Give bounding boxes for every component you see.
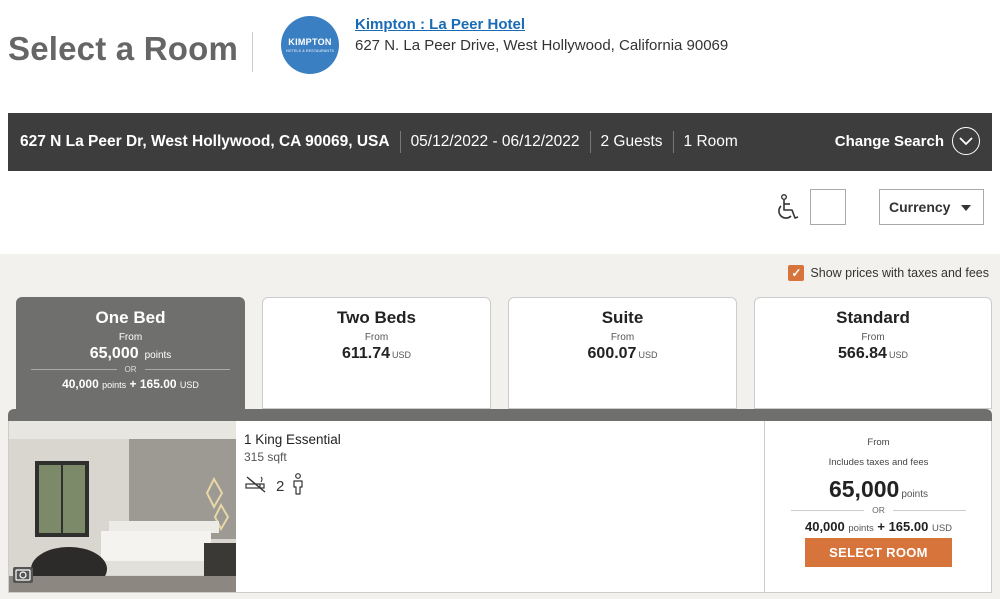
chevron-down-icon[interactable] [952, 127, 980, 155]
tab-price: 566.84 USD [838, 345, 908, 362]
logo-text: KIMPTON [288, 37, 332, 47]
tab-price: 600.07 USD [587, 345, 658, 362]
title-divider [252, 32, 253, 72]
tab-price-value: 65,000 [89, 345, 139, 362]
wheelchair-accessible-icon [776, 194, 802, 222]
checkbox-checked-icon[interactable]: ✓ [788, 265, 805, 281]
tab-from: From [118, 332, 143, 343]
tab-from: From [861, 332, 885, 343]
search-dates: 05/12/2022 - 06/12/2022 [401, 131, 591, 153]
select-room-button[interactable]: SELECT ROOM [805, 538, 952, 567]
occupancy-count: 2 [276, 477, 285, 495]
tax-toggle[interactable]: ✓ Show prices with taxes and fees [788, 265, 989, 281]
or-divider: OR [791, 505, 966, 515]
tax-toggle-label: Show prices with taxes and fees [810, 266, 989, 280]
tab-price: 611.74 USD [341, 345, 412, 362]
room-features: 2 [244, 473, 304, 499]
room-photo[interactable] [9, 421, 236, 592]
tab-one-bed[interactable]: One Bed From 65,000 points OR 40,000 poin… [16, 297, 245, 409]
hotel-name-link[interactable]: Kimpton : La Peer Hotel [355, 16, 525, 33]
tab-standard[interactable]: Standard From 566.84 USD [754, 297, 992, 409]
room-results: ✓ Show prices with taxes and fees One Be… [0, 254, 1000, 599]
or-divider: OR [31, 365, 230, 374]
page-title: Select a Room [8, 30, 239, 67]
points-plus-cash-price: 40,000 points + 165.00 USD [804, 519, 953, 534]
currency-label: Currency [889, 199, 951, 215]
hotel-logo: KIMPTON HOTELS & RESTAURANTS [281, 16, 339, 74]
tab-from: From [364, 332, 389, 343]
points-price: 65,000 points [828, 476, 929, 502]
search-rooms: 1 Room [683, 133, 738, 150]
tab-price: 65,000 points [17, 345, 244, 363]
accessible-rooms-checkbox[interactable] [810, 189, 846, 225]
room-price-panel: From Includes taxes and fees 65,000 point… [764, 421, 992, 592]
currency-dropdown[interactable]: Currency [879, 189, 984, 225]
change-search-button[interactable]: Change Search [835, 127, 980, 155]
room-name[interactable]: 1 King Essential [244, 432, 341, 447]
logo-subtext: HOTELS & RESTAURANTS [285, 49, 335, 53]
tab-price-unit: points [144, 350, 172, 361]
hotel-address: 627 N. La Peer Drive, West Hollywood, Ca… [355, 37, 729, 54]
tab-name: Suite [601, 308, 644, 327]
tab-two-beds[interactable]: Two Beds From 611.74 USD [262, 297, 491, 409]
room-type-tabs: One Bed From 65,000 points OR 40,000 poin… [16, 297, 992, 409]
search-guests: 2 Guests [591, 131, 674, 153]
room-size: 315 sqft [244, 450, 287, 464]
price-note: Includes taxes and fees [828, 457, 929, 468]
tab-name: Two Beds [336, 308, 417, 327]
search-location: 627 N La Peer Dr, West Hollywood, CA 900… [20, 131, 401, 153]
caret-down-icon [961, 205, 971, 211]
change-search-label: Change Search [834, 132, 944, 150]
tab-name: One Bed [95, 308, 166, 327]
no-smoking-icon [244, 475, 268, 497]
price-from: From [867, 437, 890, 448]
search-summary-bar: 627 N La Peer Dr, West Hollywood, CA 900… [8, 113, 992, 171]
tab-from: From [610, 332, 635, 343]
person-icon [292, 473, 304, 499]
tab-suite[interactable]: Suite From 600.07 USD [508, 297, 737, 409]
tab-alt-price: 40,000 points + 165.00 USD [62, 377, 199, 391]
room-card-header [8, 409, 992, 421]
tab-name: Standard [836, 308, 910, 327]
room-card: 1 King Essential 315 sqft 2 From Include… [8, 421, 992, 593]
